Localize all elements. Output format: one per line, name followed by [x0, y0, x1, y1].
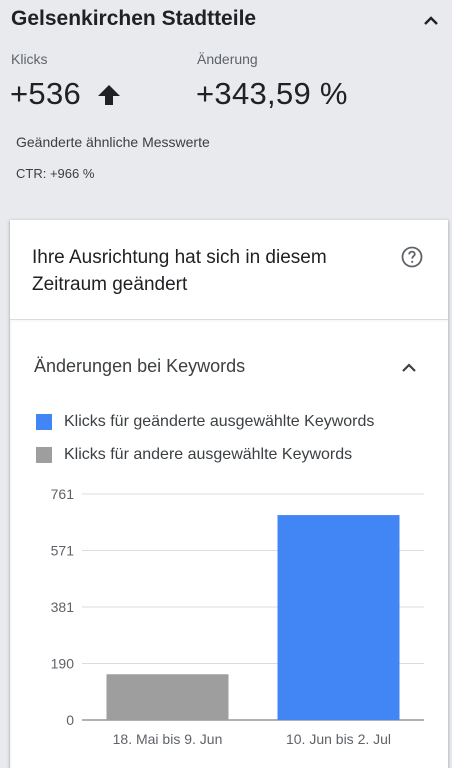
bar	[277, 515, 400, 720]
targeting-change-card: Ihre Ausrichtung hat sich in diesem Zeit…	[10, 220, 448, 768]
y-tick-label: 190	[51, 656, 75, 672]
chevron-up-icon	[402, 363, 416, 372]
x-tick-label: 18. Mai bis 9. Jun	[113, 731, 223, 747]
y-tick-label: 0	[66, 712, 74, 728]
section-collapse-button[interactable]	[396, 355, 422, 381]
page-title: Gelsenkirchen Stadtteile	[11, 7, 257, 30]
metric-header: Gelsenkirchen Stadtteile Klicks +536 Änd…	[0, 0, 452, 220]
legend-label: Klicks für andere ausgewählte Keywords	[64, 446, 353, 463]
chevron-up-icon	[424, 16, 438, 25]
related-ctr: CTR: +966 %	[16, 166, 95, 181]
clicks-label: Klicks	[11, 51, 48, 67]
change-label: Änderung	[197, 51, 258, 67]
arrow-up-icon	[98, 85, 120, 105]
y-tick-label: 571	[51, 543, 75, 559]
keyword-clicks-chart: 0 190 381 571 761 18. Mai bis 9. Jun 10. Jun b…	[51, 486, 424, 747]
keyword-changes-card: Änderungen bei Keywords Klicks für geänd…	[12, 322, 448, 768]
collapse-button[interactable]	[416, 6, 446, 36]
card-title: Ihre Ausrichtung hat sich in diesem Zeit…	[32, 247, 327, 295]
legend-label: Klicks für geänderte ausgewählte Keyword…	[64, 413, 375, 430]
clicks-value: +536	[10, 76, 82, 111]
card-header: Ihre Ausrichtung hat sich in diesem Zeit…	[10, 220, 448, 320]
x-tick-label: 10. Jun bis 2. Jul	[286, 731, 391, 747]
help-icon[interactable]	[400, 245, 424, 269]
related-metrics-title: Geänderte ähnliche Messwerte	[16, 134, 210, 150]
legend-item-other: Klicks für andere ausgewählte Keywords	[36, 446, 352, 464]
keyword-changes-panel: Änderungen bei Keywords Klicks für geänd…	[10, 320, 448, 768]
legend-item-changed: Klicks für geänderte ausgewählte Keyword…	[36, 413, 374, 431]
bar	[106, 674, 229, 720]
y-tick-label: 381	[51, 599, 75, 615]
legend-swatch-gray	[36, 447, 52, 463]
section-title: Änderungen bei Keywords	[34, 356, 246, 376]
change-value: +343,59 %	[196, 76, 348, 111]
legend-swatch-blue	[36, 414, 52, 430]
y-tick-label: 761	[51, 486, 75, 502]
